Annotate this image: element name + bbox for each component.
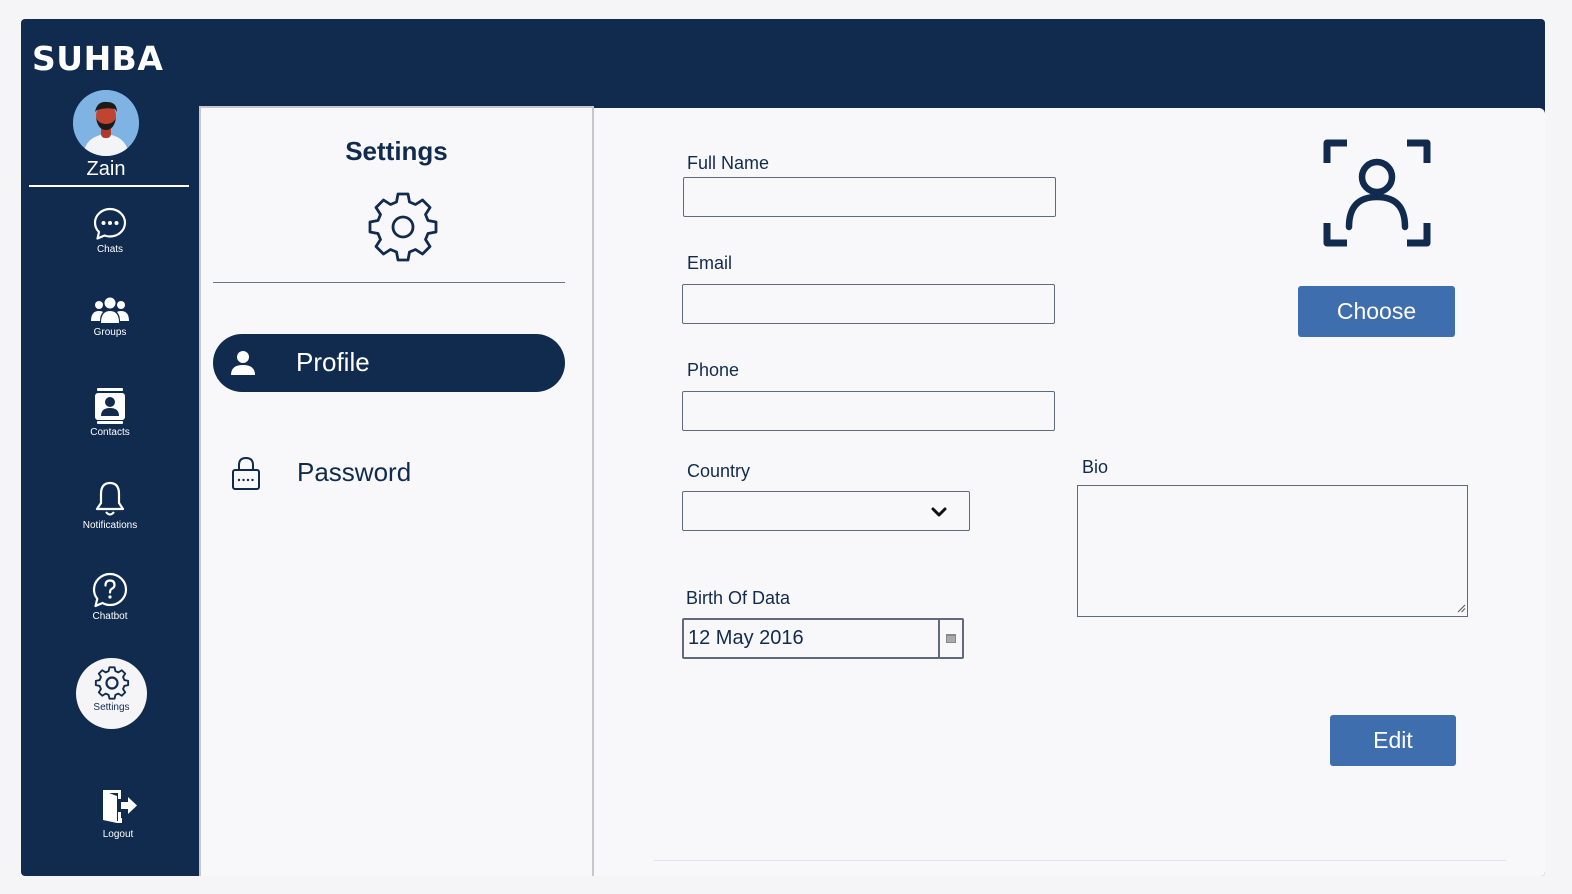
- nav-chatbot-label: Chatbot: [92, 611, 128, 622]
- resize-grip-icon[interactable]: [1456, 603, 1466, 613]
- edit-button[interactable]: Edit: [1330, 715, 1456, 766]
- gear-icon: [94, 666, 129, 700]
- settings-title: Settings: [345, 136, 448, 166]
- nav-notifications[interactable]: Notifications: [21, 480, 199, 531]
- birth-date-label: Birth Of Data: [686, 588, 791, 608]
- choose-photo-button[interactable]: Choose: [1298, 286, 1455, 337]
- nav-notifications-label: Notifications: [82, 520, 138, 531]
- settings-panel: Settings Profile Password: [199, 106, 594, 876]
- country-select[interactable]: [682, 491, 970, 531]
- email-label: Email: [687, 253, 733, 273]
- avatar[interactable]: [73, 90, 139, 156]
- settings-gear-icon: [368, 192, 438, 262]
- menu-item-password-label: Password: [297, 457, 412, 487]
- bio-label: Bio: [1082, 457, 1109, 477]
- nav-groups-label: Groups: [93, 327, 127, 338]
- nav-logout[interactable]: Logout: [29, 787, 207, 840]
- lock-icon: [232, 456, 260, 490]
- phone-input[interactable]: [682, 391, 1055, 431]
- user-name: Zain: [86, 158, 126, 180]
- nav-contacts[interactable]: Contacts: [21, 387, 199, 438]
- nav-logout-label: Logout: [102, 829, 134, 840]
- full-name-label: Full Name: [687, 153, 770, 173]
- user-divider: [29, 185, 189, 187]
- chevron-down-icon: [931, 507, 947, 517]
- bell-icon: [95, 481, 125, 516]
- person-icon: [231, 351, 255, 375]
- contacts-icon: [95, 388, 125, 424]
- nav-groups[interactable]: Groups: [21, 295, 199, 338]
- calendar-button[interactable]: [938, 620, 962, 657]
- menu-item-profile-label: Profile: [296, 347, 370, 377]
- profile-photo-placeholder-icon: [1323, 139, 1431, 247]
- email-input[interactable]: [682, 284, 1055, 324]
- phone-label: Phone: [687, 360, 740, 380]
- full-name-input[interactable]: [683, 177, 1056, 217]
- logout-door-icon: [103, 790, 137, 823]
- nav-contacts-label: Contacts: [90, 427, 130, 438]
- app-window: SUHBA Zain Chats Groups Contacts Notific…: [21, 19, 1545, 876]
- bio-textarea[interactable]: [1077, 485, 1468, 617]
- chatbot-help-icon: [92, 572, 128, 608]
- calendar-icon: [946, 634, 956, 643]
- menu-item-password[interactable]: Password: [213, 443, 565, 501]
- nav-chatbot[interactable]: Chatbot: [21, 571, 199, 622]
- panel-footer-divider: [654, 860, 1506, 861]
- birth-date-field[interactable]: 12 May 2016: [682, 618, 964, 659]
- nav-settings[interactable]: Settings: [76, 658, 147, 729]
- nav-chats-label: Chats: [96, 244, 124, 255]
- groups-icon: [91, 297, 129, 323]
- settings-divider: [213, 282, 565, 283]
- avatar-illustration: [73, 90, 139, 156]
- country-label: Country: [687, 461, 751, 481]
- menu-item-profile[interactable]: Profile: [213, 334, 565, 392]
- chat-bubble-icon: [93, 207, 127, 240]
- profile-form-panel: Full Name Email Phone Country Birth Of D…: [594, 108, 1545, 876]
- birth-date-value: 12 May 2016: [688, 627, 804, 649]
- nav-settings-label: Settings: [93, 702, 130, 713]
- nav-chats[interactable]: Chats: [21, 206, 199, 255]
- app-logo: SUHBA: [32, 39, 164, 78]
